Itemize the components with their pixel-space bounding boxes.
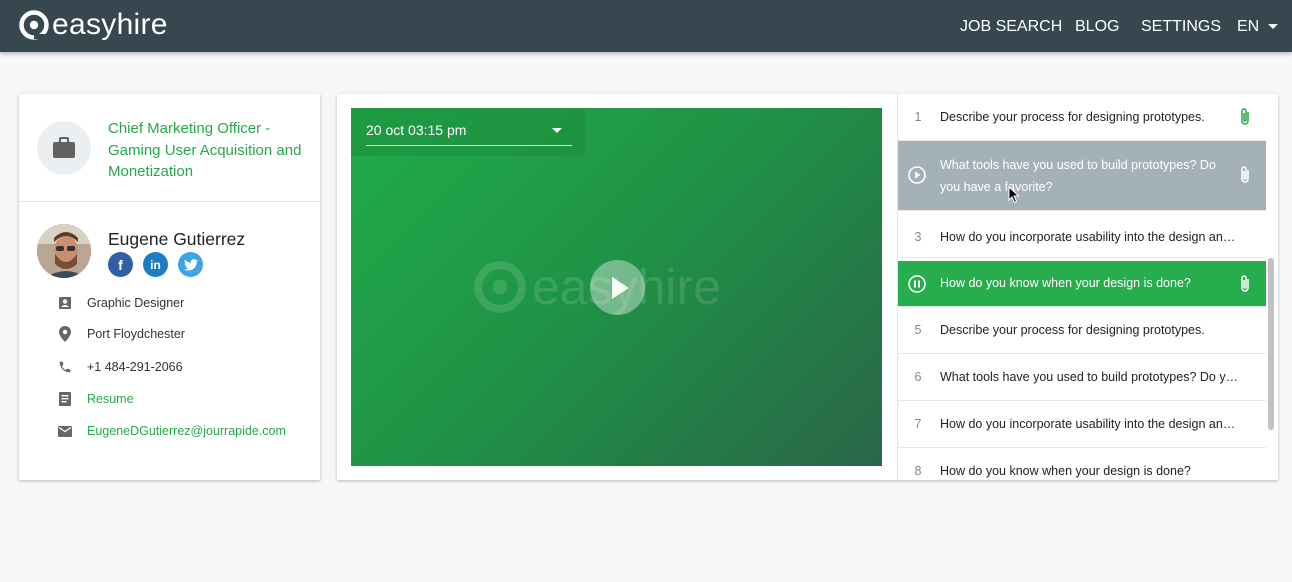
email-icon: [57, 423, 73, 439]
recording-date-value: 20 oct 03:15 pm: [366, 122, 467, 138]
video-player[interactable]: easyhire 20 oct 03:15 pm: [351, 108, 882, 466]
play-button[interactable]: [590, 260, 645, 315]
question-text: How do you know when your design is done…: [940, 464, 1191, 478]
question-text: How do you know when your design is done…: [940, 276, 1191, 290]
question-number: 5: [914, 323, 922, 337]
attachment-icon[interactable]: [1238, 165, 1252, 185]
watermark-logo-icon: [474, 261, 526, 313]
question-number: 1: [914, 110, 922, 124]
attachment-icon[interactable]: [1238, 107, 1252, 127]
recording-date-select[interactable]: 20 oct 03:15 pm: [351, 108, 585, 156]
resume-link[interactable]: Resume: [87, 392, 134, 406]
candidate-avatar: [37, 224, 91, 278]
candidate-profile-card: Chief Marketing Officer - Gaming User Ac…: [19, 94, 320, 480]
info-location: Port Floydchester: [57, 324, 185, 344]
info-resume: Resume: [57, 389, 134, 409]
question-text: How do you incorporate usability into th…: [940, 230, 1240, 244]
nav-settings[interactable]: SETTINGS: [1141, 18, 1221, 36]
linkedin-icon[interactable]: in: [143, 252, 168, 277]
question-list: 1 Describe your process for designing pr…: [897, 94, 1266, 480]
question-item[interactable]: 6 What tools have you used to build prot…: [898, 354, 1266, 401]
twitter-icon[interactable]: [178, 252, 203, 277]
question-number: 3: [914, 230, 922, 244]
easyhire-logo[interactable]: easyhire: [18, 7, 168, 43]
caret-down-icon: [1268, 24, 1279, 29]
pause-circle-icon[interactable]: [907, 274, 927, 294]
question-text: Describe your process for designing prot…: [940, 110, 1205, 124]
interview-panel: easyhire 20 oct 03:15 pm 1 Describe your…: [337, 94, 1278, 480]
attachment-icon[interactable]: [1238, 274, 1252, 294]
phone-text: +1 484-291-2066: [87, 360, 183, 374]
question-text: What tools have you used to build protot…: [940, 370, 1240, 384]
question-number: 6: [914, 370, 922, 384]
info-email: EugeneDGutierrez@jourrapide.com: [57, 421, 286, 441]
question-item-hovered[interactable]: What tools have you used to build protot…: [898, 141, 1266, 211]
nav-job-search[interactable]: JOB SEARCH: [960, 18, 1062, 36]
contact-card-icon: [57, 295, 73, 311]
phone-icon: [57, 359, 73, 375]
question-item-playing[interactable]: How do you know when your design is done…: [898, 261, 1266, 307]
select-underline: [366, 145, 572, 146]
language-label: EN: [1237, 18, 1260, 35]
question-item[interactable]: 7 How do you incorporate usability into …: [898, 401, 1266, 448]
question-text: What tools have you used to build protot…: [940, 158, 1216, 194]
question-item[interactable]: 8 How do you know when your design is do…: [898, 448, 1266, 480]
question-item[interactable]: 3 How do you incorporate usability into …: [898, 211, 1266, 258]
candidate-name: Eugene Gutierrez: [108, 229, 246, 249]
location-pin-icon: [57, 326, 73, 342]
job-header: Chief Marketing Officer - Gaming User Ac…: [19, 94, 320, 202]
document-icon: [57, 391, 73, 407]
question-list-scrollbar[interactable]: [1268, 258, 1274, 430]
briefcase-icon: [37, 121, 91, 175]
question-number: 7: [914, 417, 922, 431]
email-link[interactable]: EugeneDGutierrez@jourrapide.com: [87, 424, 286, 438]
question-text: How do you incorporate usability into th…: [940, 417, 1240, 431]
occupation-text: Graphic Designer: [87, 296, 185, 310]
facebook-icon[interactable]: f: [108, 252, 133, 277]
play-circle-icon: [908, 166, 926, 184]
logo-text: easyhire: [52, 8, 168, 41]
job-title[interactable]: Chief Marketing Officer - Gaming User Ac…: [108, 118, 308, 183]
location-text: Port Floydchester: [87, 327, 185, 341]
mouse-cursor-icon: [1008, 186, 1020, 204]
question-item[interactable]: 5 Describe your process for designing pr…: [898, 307, 1266, 354]
caret-down-icon: [552, 128, 562, 133]
question-number: 8: [914, 464, 922, 478]
question-item[interactable]: 1 Describe your process for designing pr…: [898, 94, 1266, 141]
nav-blog[interactable]: BLOG: [1075, 18, 1119, 36]
logo-icon: [19, 10, 49, 40]
language-selector[interactable]: EN: [1237, 18, 1279, 36]
play-icon: [611, 276, 629, 299]
info-phone: +1 484-291-2066: [57, 357, 183, 377]
info-occupation: Graphic Designer: [57, 293, 184, 313]
social-links: f in: [108, 252, 203, 277]
question-text: Describe your process for designing prot…: [940, 323, 1205, 337]
top-navbar: easyhire JOB SEARCH BLOG SETTINGS EN: [0, 0, 1292, 52]
